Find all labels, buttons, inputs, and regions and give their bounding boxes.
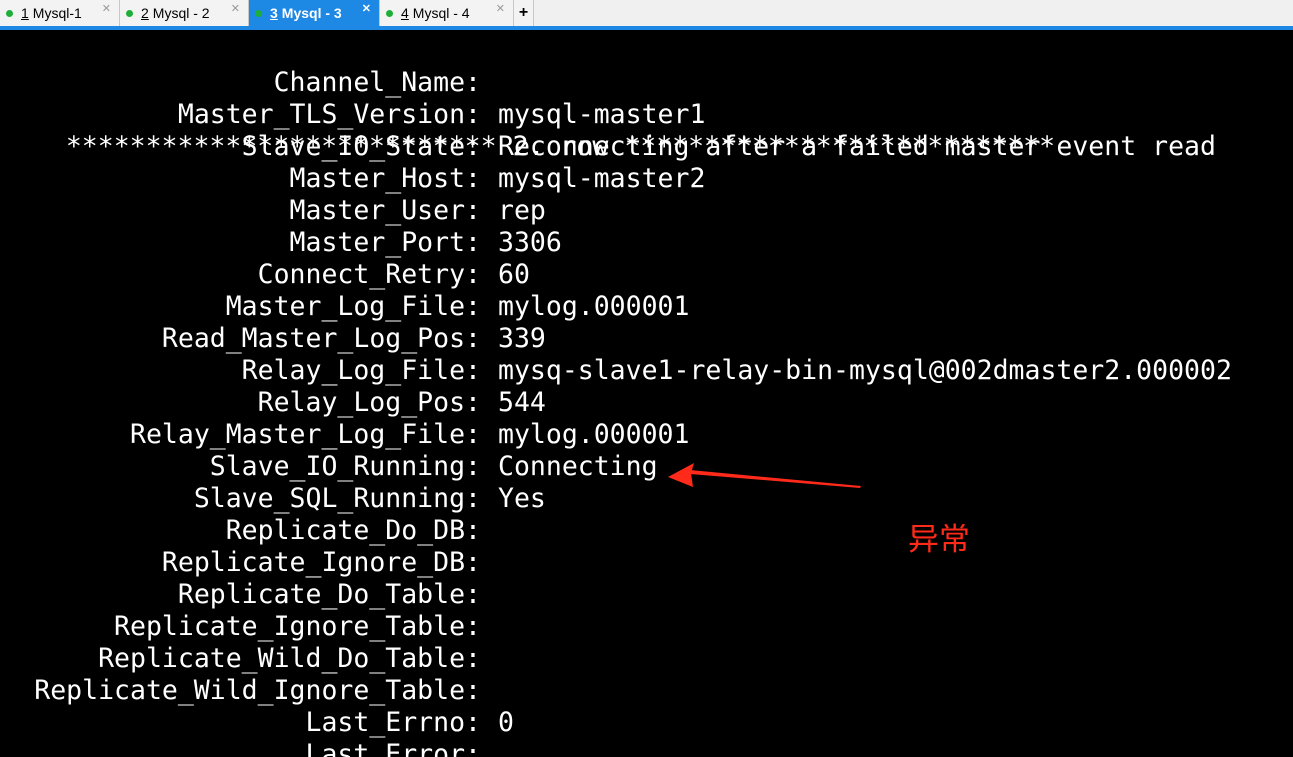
tab-mysql-3[interactable]: 3 Mysql - 3 ✕ (249, 0, 380, 26)
tab-number: 2 (141, 5, 149, 21)
connected-status-icon (126, 9, 133, 17)
terminal-output[interactable]: Channel_Name: mysql-master1 Master_TLS_V… (0, 30, 1293, 757)
tab-mysql-2[interactable]: 2 Mysql - 2 ✕ (120, 0, 249, 26)
connected-status-icon (6, 9, 13, 17)
tab-number: 4 (401, 5, 409, 21)
new-tab-button[interactable]: + (514, 0, 534, 26)
connected-status-icon (255, 9, 262, 17)
close-icon[interactable]: ✕ (362, 2, 371, 15)
close-icon[interactable]: ✕ (102, 2, 111, 15)
close-icon[interactable]: ✕ (231, 2, 240, 15)
tab-mysql-1[interactable]: 1 Mysql-1 ✕ (0, 0, 120, 26)
tab-label: Mysql - 4 (412, 5, 470, 21)
tab-number: 1 (21, 5, 29, 21)
tab-mysql-4[interactable]: 4 Mysql - 4 ✕ (380, 0, 514, 26)
tab-number: 3 (270, 5, 278, 21)
annotation-arrow-icon (668, 463, 861, 488)
tab-label: Mysql - 2 (152, 5, 210, 21)
close-icon[interactable]: ✕ (496, 2, 505, 15)
tab-label: Mysql-1 (32, 5, 82, 21)
session-tab-bar: 1 Mysql-1 ✕ 2 Mysql - 2 ✕ 3 Mysql - 3 ✕ … (0, 0, 1293, 30)
tab-label: Mysql - 3 (281, 5, 342, 21)
connected-status-icon (386, 9, 393, 17)
